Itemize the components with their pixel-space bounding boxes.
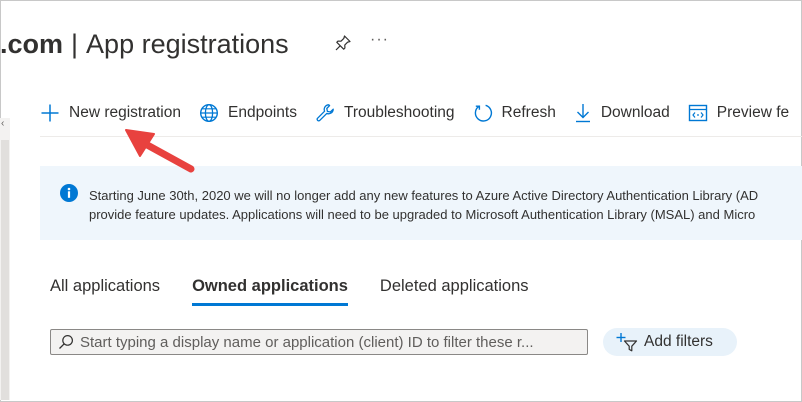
- tab-deleted-applications[interactable]: Deleted applications: [380, 270, 529, 306]
- search-icon: [59, 334, 74, 349]
- globe-icon: [199, 103, 219, 123]
- troubleshooting-button[interactable]: Troubleshooting: [315, 96, 455, 130]
- page-title: .com | App registrations: [0, 24, 289, 64]
- info-banner-text: Starting June 30th, 2020 we will no long…: [89, 186, 802, 224]
- endpoints-button[interactable]: Endpoints: [199, 96, 297, 130]
- add-filter-icon: [616, 333, 638, 352]
- callout-arrow-icon: [125, 129, 195, 173]
- preview-icon: [688, 104, 707, 122]
- plus-icon: [41, 104, 59, 122]
- pin-icon[interactable]: [334, 34, 352, 52]
- preview-features-label: Preview fe: [716, 104, 790, 121]
- download-label: Download: [600, 104, 670, 121]
- add-filters-button[interactable]: Add filters: [603, 328, 737, 356]
- search-box[interactable]: [50, 329, 588, 355]
- troubleshooting-label: Troubleshooting: [343, 104, 455, 121]
- tab-owned-applications[interactable]: Owned applications: [192, 270, 348, 306]
- title-separator: |: [71, 28, 79, 59]
- more-options-icon[interactable]: ···: [370, 30, 392, 50]
- page-title-text: App registrations: [86, 28, 289, 59]
- endpoints-label: Endpoints: [228, 104, 297, 121]
- preview-features-button[interactable]: Preview fe: [688, 96, 789, 130]
- tenant-domain-suffix: .com: [0, 28, 64, 59]
- tab-all-applications[interactable]: All applications: [50, 270, 160, 306]
- info-banner-line-1: Starting June 30th, 2020 we will no long…: [89, 188, 759, 203]
- new-registration-label: New registration: [69, 104, 181, 121]
- refresh-label: Refresh: [501, 104, 556, 121]
- wrench-icon: [316, 104, 334, 122]
- application-tabs: All applications Owned applications Dele…: [50, 270, 561, 310]
- refresh-button[interactable]: Refresh: [473, 96, 556, 130]
- collapse-chevron-icon[interactable]: ‹: [1, 118, 9, 130]
- info-banner-line-2: provide feature updates. Applications wi…: [89, 207, 756, 222]
- scrollbar-thumb[interactable]: [1, 140, 9, 400]
- download-button[interactable]: Download: [574, 96, 670, 130]
- download-icon: [575, 104, 590, 123]
- info-icon: [60, 184, 78, 202]
- refresh-icon: [474, 104, 492, 122]
- search-input[interactable]: [80, 331, 587, 353]
- add-filters-label: Add filters: [644, 333, 713, 350]
